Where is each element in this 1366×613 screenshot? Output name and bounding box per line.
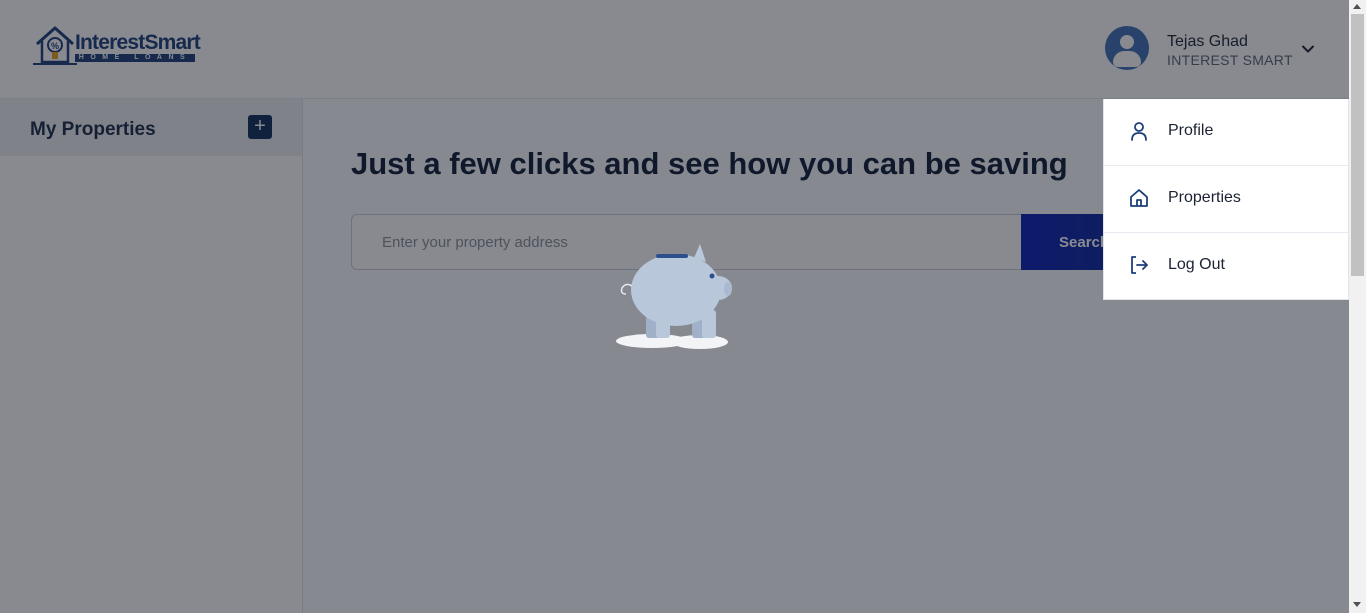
menu-item-label: Properties — [1168, 189, 1241, 206]
scrollbar-thumb[interactable] — [1351, 14, 1364, 276]
menu-item-label: Profile — [1168, 122, 1214, 139]
user-dropdown-menu: Profile Properties Log Out — [1103, 99, 1349, 300]
menu-item-logout[interactable]: Log Out — [1104, 233, 1349, 300]
scroll-up-arrow-icon[interactable] — [1353, 4, 1361, 9]
person-icon — [1131, 122, 1147, 141]
menu-item-label: Log Out — [1168, 256, 1225, 273]
scroll-down-arrow-icon[interactable] — [1353, 602, 1361, 607]
piggy-bank-icon — [616, 244, 732, 349]
menu-item-properties[interactable]: Properties — [1104, 166, 1349, 233]
vertical-scrollbar[interactable] — [1349, 0, 1366, 613]
home-icon — [1130, 189, 1148, 207]
app-window: % InterestSmart HOME LOANS Tejas Ghad IN… — [0, 0, 1349, 613]
logout-icon — [1131, 256, 1148, 274]
menu-item-profile[interactable]: Profile — [1104, 99, 1349, 166]
